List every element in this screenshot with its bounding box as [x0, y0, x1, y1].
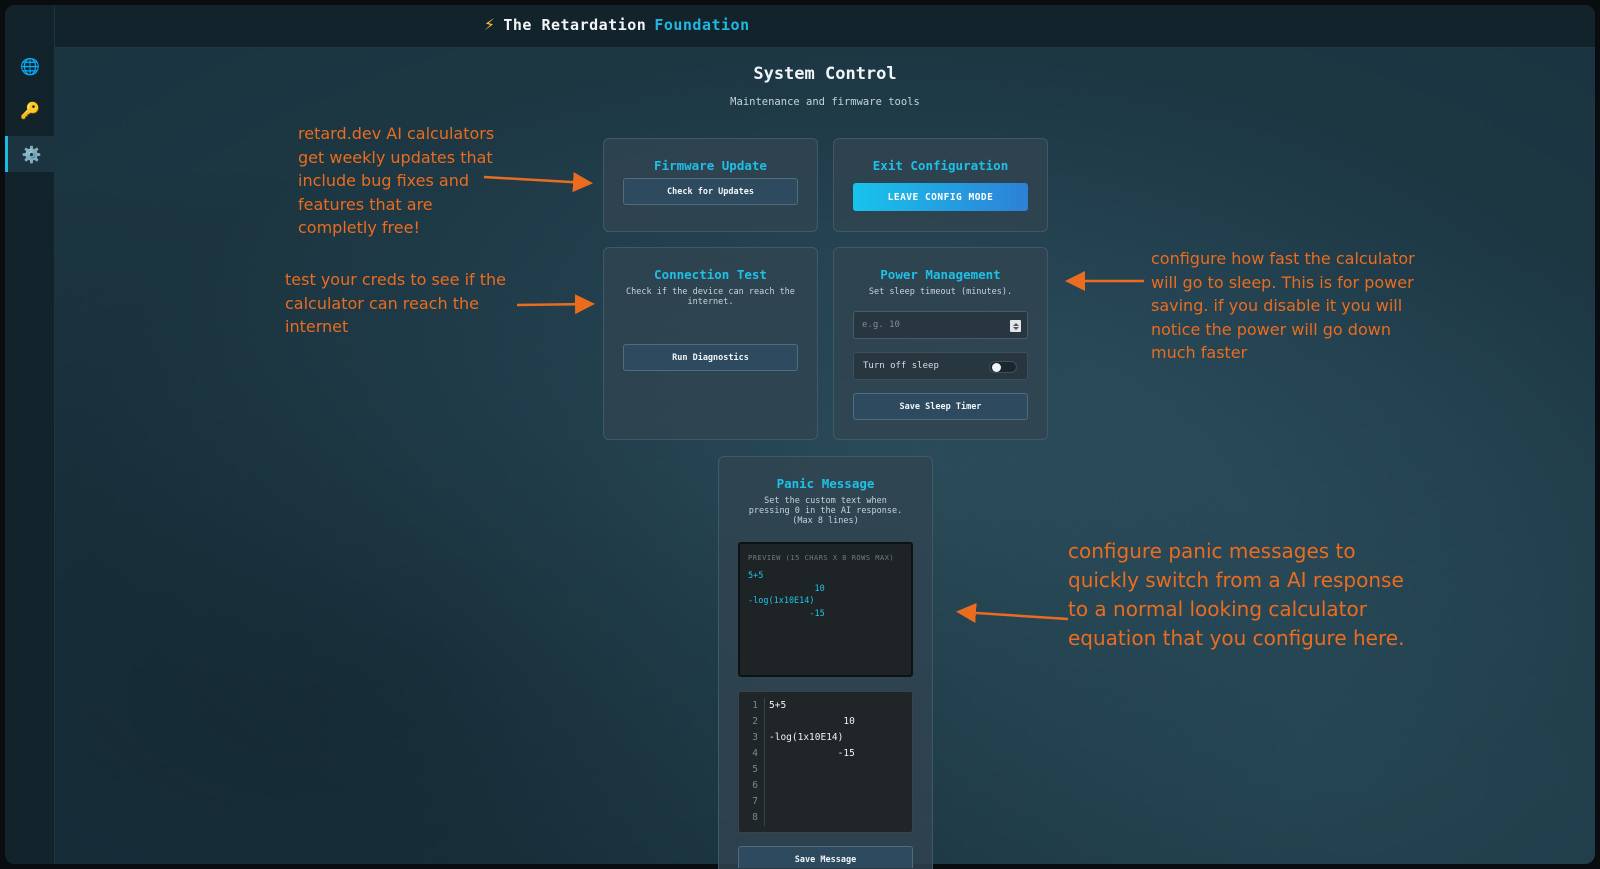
annotation-arrows [483, 172, 1144, 623]
arrow-firmware [483, 172, 593, 193]
arrow-panic [956, 603, 1069, 623]
arrow-connection [516, 294, 595, 315]
